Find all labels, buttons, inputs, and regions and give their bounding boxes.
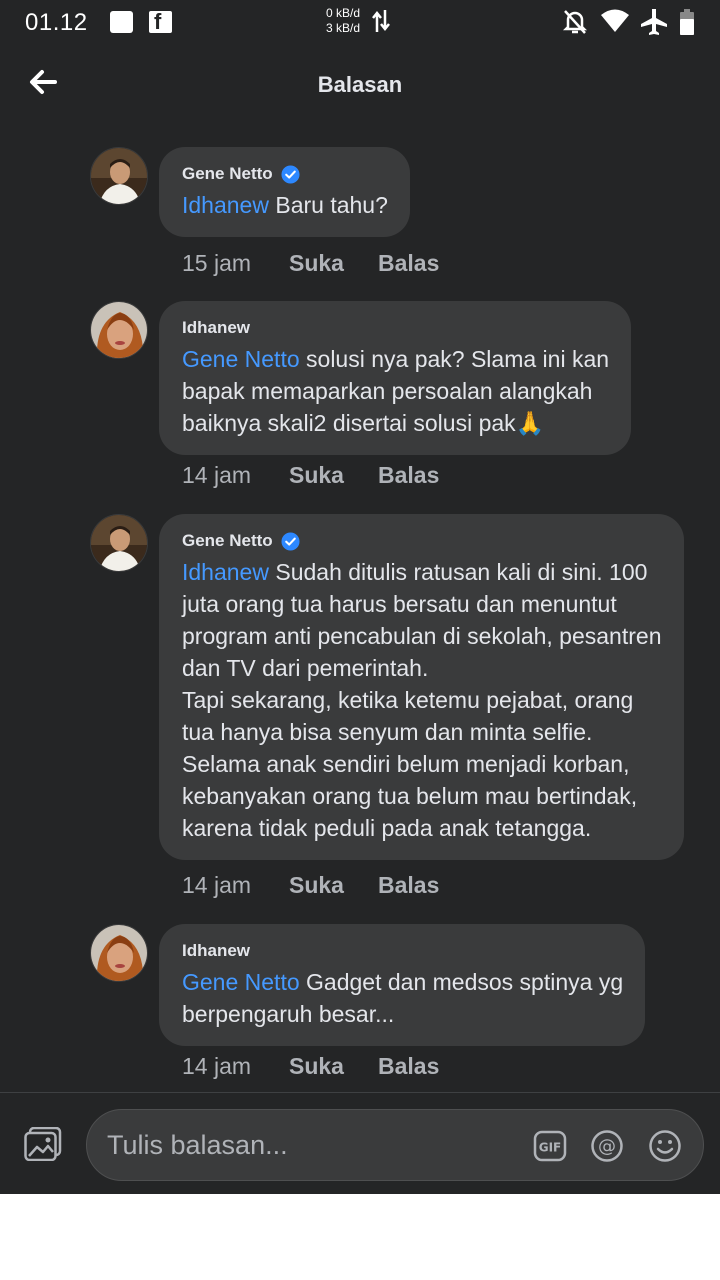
comment-body: Sudah ditulis ratusan kali di sini. 100 …: [182, 559, 662, 841]
author-name[interactable]: Idhanew: [182, 318, 250, 338]
page-title: Balasan: [317, 72, 403, 97]
comment-author[interactable]: Idhanew: [182, 940, 623, 962]
reply-composer: Tulis balasan... GIF @: [0, 1092, 720, 1194]
author-name[interactable]: Gene Netto: [182, 164, 273, 184]
airplane-icon: [641, 9, 667, 35]
reply-placeholder[interactable]: Tulis balasan...: [107, 1130, 288, 1161]
avatar-idhanew[interactable]: [90, 301, 148, 359]
reply-screen: 01.12 f 0 kB/d 3 kB/d Balasan Gene Netto…: [0, 0, 720, 1194]
mention-link[interactable]: Idhanew: [182, 559, 269, 585]
comment-time: 14 jam: [182, 872, 252, 898]
reply-button[interactable]: Balas: [378, 462, 439, 489]
battery-icon: [680, 9, 694, 35]
like-button[interactable]: Suka: [289, 872, 344, 899]
facebook-icon: f: [149, 9, 172, 34]
mention-link[interactable]: Gene Netto: [182, 969, 300, 995]
comment-author[interactable]: Idhanew: [182, 317, 609, 339]
comment-text: Idhanew Sudah ditulis ratusan kali di si…: [182, 556, 662, 844]
photo-icon[interactable]: [24, 1127, 62, 1161]
gif-icon[interactable]: GIF: [533, 1129, 567, 1163]
comment-time: 14 jam: [182, 462, 252, 488]
comment-bubble[interactable]: Idhanew Gene Netto Gadget dan medsos spt…: [159, 924, 646, 1046]
comment-body: Baru tahu?: [268, 192, 388, 218]
notification-square-icon: [110, 11, 133, 33]
emoji-icon[interactable]: [648, 1129, 682, 1163]
avatar-gene-netto[interactable]: [90, 514, 148, 572]
author-name[interactable]: Idhanew: [182, 941, 250, 961]
comment-author[interactable]: Gene Netto: [182, 530, 662, 552]
wifi-icon: [601, 9, 629, 32]
comment-text: Idhanew Baru tahu?: [182, 189, 388, 221]
svg-text:GIF: GIF: [539, 1141, 562, 1155]
mute-bell-icon: [562, 10, 588, 34]
mention-link[interactable]: Gene Netto: [182, 346, 300, 372]
net-down: 0 kB/d: [326, 6, 361, 20]
comment-author[interactable]: Gene Netto: [182, 163, 388, 185]
comment-text: Gene Netto solusi nya pak? Slama ini kan…: [182, 343, 609, 439]
comment-bubble[interactable]: Gene Netto Idhanew Baru tahu?: [159, 147, 410, 237]
reply-button[interactable]: Balas: [378, 250, 439, 277]
comment-bubble[interactable]: Idhanew Gene Netto solusi nya pak? Slama…: [159, 301, 632, 455]
like-button[interactable]: Suka: [289, 250, 344, 277]
mention-link[interactable]: Idhanew: [182, 192, 269, 218]
avatar-gene-netto[interactable]: [90, 147, 148, 205]
data-arrows-icon: [372, 10, 390, 32]
like-button[interactable]: Suka: [289, 462, 344, 489]
reply-button[interactable]: Balas: [378, 872, 439, 899]
comment-bubble[interactable]: Gene Netto Idhanew Sudah ditulis ratusan…: [159, 514, 684, 860]
avatar-idhanew[interactable]: [90, 924, 148, 982]
svg-text:@: @: [598, 1136, 616, 1157]
comment-text: Gene Netto Gadget dan medsos sptinya yg …: [182, 966, 623, 1030]
header: Balasan: [0, 50, 720, 120]
reply-input[interactable]: Tulis balasan... GIF @: [86, 1109, 704, 1181]
like-button[interactable]: Suka: [289, 1053, 344, 1080]
comment-time: 15 jam: [182, 250, 252, 276]
author-name[interactable]: Gene Netto: [182, 531, 273, 551]
verified-badge-icon: [281, 164, 300, 184]
comment-time: 14 jam: [182, 1053, 252, 1079]
status-time: 01.12: [25, 9, 88, 36]
status-bar: 01.12 f 0 kB/d 3 kB/d: [0, 0, 720, 44]
net-up: 3 kB/d: [326, 21, 361, 35]
verified-badge-icon: [281, 531, 300, 551]
network-speed: 0 kB/d 3 kB/d: [326, 6, 360, 36]
mention-icon[interactable]: @: [590, 1129, 624, 1163]
reply-button[interactable]: Balas: [378, 1053, 439, 1080]
